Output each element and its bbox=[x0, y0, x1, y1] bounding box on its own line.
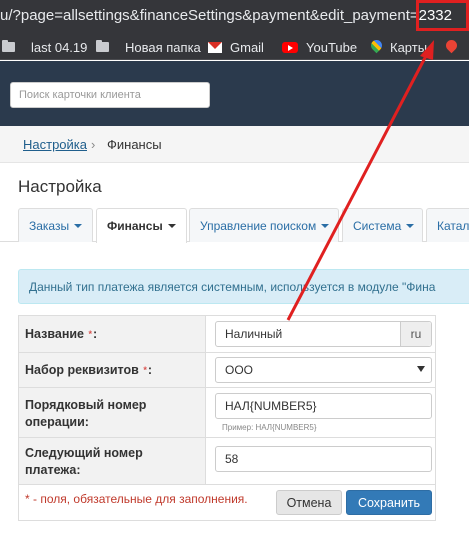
order-number-input[interactable]: НАЛ{NUMBER5} bbox=[215, 393, 432, 419]
order-number-label: Порядковый номер операции: bbox=[19, 388, 206, 437]
order-number-label-line2: операции: bbox=[25, 415, 89, 429]
pin-icon bbox=[446, 40, 457, 54]
bookmark-label: Карты bbox=[390, 39, 428, 55]
bookmark-label: YouTube bbox=[306, 39, 358, 55]
tab-label: Управление поиском bbox=[200, 219, 317, 233]
caret-down-icon bbox=[321, 224, 330, 228]
next-number-input[interactable]: 58 bbox=[215, 446, 432, 472]
dropdown-arrow-icon bbox=[417, 366, 425, 372]
maps-icon bbox=[371, 40, 382, 54]
name-input-value: Наличный bbox=[225, 327, 283, 341]
bookmarks-bar: last 04.19 Новая папка Gmail YouTube Кар… bbox=[0, 34, 469, 60]
breadcrumb: Настройка › Финансы bbox=[0, 126, 469, 163]
bookmark-last-0419[interactable]: last 04.19 bbox=[2, 38, 87, 56]
form-row-next-number: Следующий номер платежа: 58 bbox=[19, 438, 435, 485]
page: u/?page=allsettings&financeSettings&paym… bbox=[0, 0, 469, 538]
name-label: Название *: bbox=[19, 316, 206, 352]
requisites-label: Набор реквизитов *: bbox=[19, 353, 206, 387]
order-number-input-value: НАЛ{NUMBER5} bbox=[225, 399, 317, 413]
tab-search-management[interactable]: Управление поиском bbox=[189, 208, 339, 242]
url-text[interactable]: u/?page=allsettings&financeSettings&paym… bbox=[0, 7, 452, 24]
system-payment-alert: Данный тип платежа является системным, и… bbox=[18, 269, 469, 304]
required-fields-note: * - поля, обязательные для заполнения. bbox=[25, 492, 248, 506]
required-mark: * bbox=[143, 364, 147, 375]
next-number-label: Следующий номер платежа: bbox=[19, 438, 206, 484]
url-prefix: u/?page=allsettings&financeSettings&paym… bbox=[0, 7, 419, 24]
bookmark-label: last 04.19 bbox=[31, 39, 88, 55]
caret-down-icon bbox=[74, 224, 83, 228]
label-colon: : bbox=[93, 326, 98, 341]
tab-catalog[interactable]: Катал bbox=[426, 208, 469, 242]
bookmark-label: Gmail bbox=[230, 39, 264, 55]
bookmark-youtube[interactable]: YouTube bbox=[282, 38, 357, 56]
browser-url-bar[interactable]: u/?page=allsettings&financeSettings&paym… bbox=[0, 0, 469, 34]
folder-icon bbox=[2, 40, 15, 52]
gmail-icon bbox=[208, 41, 222, 53]
app-header bbox=[0, 61, 469, 126]
bookmark-pin[interactable] bbox=[446, 38, 465, 56]
order-number-label-line1: Порядковый номер bbox=[25, 398, 147, 412]
bookmark-label: Новая папка bbox=[125, 39, 201, 55]
tab-system[interactable]: Система bbox=[342, 208, 423, 242]
tab-label: Заказы bbox=[29, 219, 70, 233]
client-search-input[interactable] bbox=[10, 82, 210, 108]
bookmark-gmail[interactable]: Gmail bbox=[208, 38, 264, 56]
breadcrumb-current: Финансы bbox=[107, 137, 162, 152]
required-mark: * bbox=[88, 328, 93, 339]
form-row-name: Название *: Наличный ru bbox=[19, 316, 435, 353]
cancel-button[interactable]: Отмена bbox=[276, 490, 342, 515]
next-number-label-line1: Следующий номер bbox=[25, 446, 143, 460]
annotation-highlight-box bbox=[416, 0, 469, 31]
youtube-icon bbox=[282, 41, 298, 53]
requisites-select-value: ООО bbox=[225, 363, 254, 377]
form-row-requisites: Набор реквизитов *: ООО bbox=[19, 353, 435, 388]
name-input[interactable]: Наличный ru bbox=[215, 321, 432, 347]
save-button[interactable]: Сохранить bbox=[346, 490, 432, 515]
order-number-hint: Пример: НАЛ{NUMBER5} bbox=[222, 423, 317, 432]
caret-down-icon bbox=[406, 224, 415, 228]
next-number-input-value: 58 bbox=[225, 452, 239, 466]
label-colon: : bbox=[147, 362, 153, 377]
breadcrumb-separator-icon: › bbox=[91, 137, 96, 152]
payment-edit-form: Название *: Наличный ru Набор реквизитов… bbox=[18, 315, 436, 521]
page-title: Настройка bbox=[18, 177, 102, 196]
tab-label: Катал bbox=[437, 219, 469, 233]
bookmark-new-folder[interactable]: Новая папка bbox=[96, 38, 201, 56]
name-label-text: Название bbox=[25, 326, 85, 341]
tab-finance[interactable]: Финансы bbox=[96, 208, 187, 243]
requisites-select[interactable]: ООО bbox=[215, 357, 432, 383]
settings-tabs: Заказы Финансы Управление поиском Систем… bbox=[0, 208, 469, 243]
tab-label: Система bbox=[353, 219, 402, 233]
bookmark-maps[interactable]: Карты bbox=[371, 38, 427, 56]
form-row-order-number: Порядковый номер операции: НАЛ{NUMBER5} … bbox=[19, 388, 435, 438]
requisites-label-text: Набор реквизитов bbox=[25, 362, 139, 377]
tab-label: Финансы bbox=[107, 219, 163, 233]
language-addon: ru bbox=[400, 322, 431, 346]
caret-down-icon bbox=[167, 224, 176, 228]
folder-icon bbox=[96, 40, 109, 52]
next-number-label-line2: платежа: bbox=[25, 463, 81, 477]
breadcrumb-link-settings[interactable]: Настройка bbox=[23, 137, 87, 152]
tab-orders[interactable]: Заказы bbox=[18, 208, 93, 242]
